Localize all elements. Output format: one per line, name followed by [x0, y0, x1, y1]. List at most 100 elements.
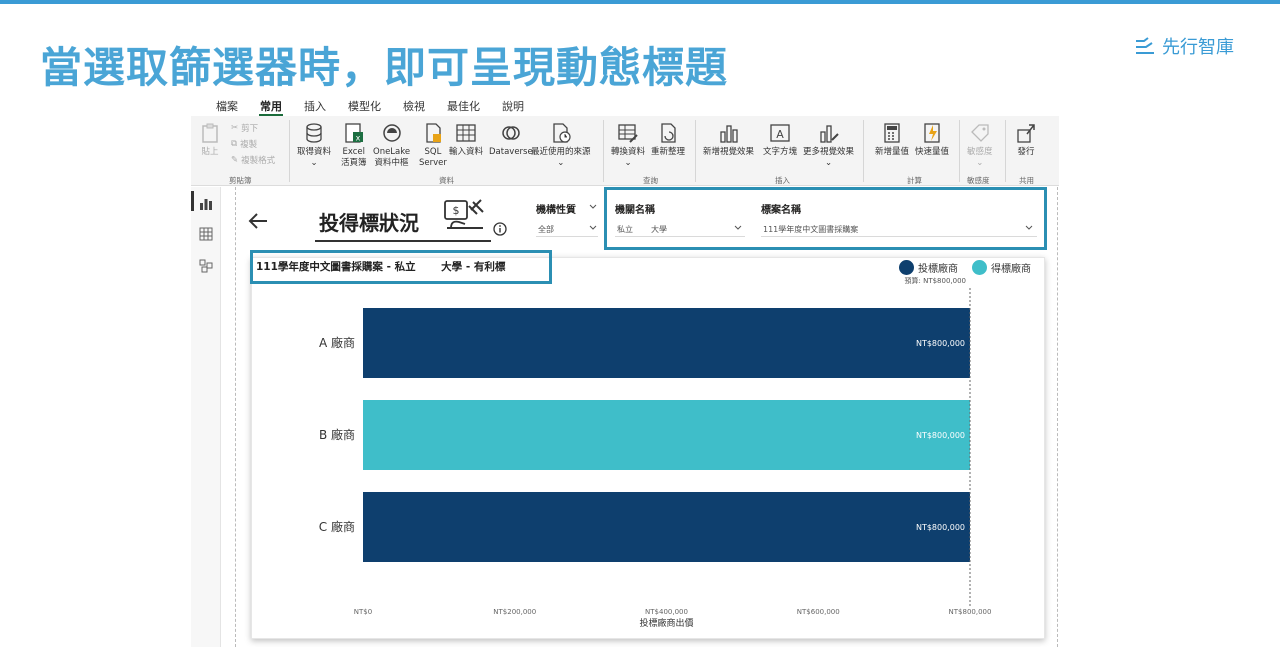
slicer-underline — [615, 236, 745, 237]
slicer-case-name-label: 標案名稱 — [761, 205, 801, 216]
x-tick-label: NT$400,000 — [645, 608, 688, 616]
cut-button[interactable]: ✂ 剪下 — [231, 122, 258, 134]
quick-measure-button[interactable]: 快速量值 — [915, 122, 949, 158]
text-box-button[interactable]: A 文字方塊 — [763, 122, 797, 158]
sensitivity-icon — [970, 124, 989, 142]
group-label-sensitivity: 敏感度 — [967, 176, 990, 185]
slicer-org-name-prefix: 私立 — [617, 225, 633, 234]
recent-sources-button[interactable]: 最近使用的來源 ⌄ — [531, 122, 591, 169]
get-data-button[interactable]: 取得資料 ⌄ — [297, 122, 331, 169]
category-label: A 廠商 — [319, 335, 355, 350]
ribbon-separator — [863, 120, 864, 182]
new-visual-button[interactable]: 新增視覺效果 — [703, 122, 754, 158]
calculator-icon — [884, 123, 900, 143]
clipboard-icon — [202, 123, 218, 143]
brand-logo: 先行智庫 — [1134, 33, 1234, 59]
bar-bid[interactable] — [363, 308, 970, 378]
chart-legend: 投標廠商 得標廠商 — [899, 260, 1039, 275]
database-icon — [306, 123, 322, 143]
brand-mark-icon — [1136, 37, 1154, 54]
chevron-down-icon[interactable] — [734, 225, 742, 231]
legend-item-win[interactable]: 得標廠商 — [972, 260, 1031, 275]
scissors-icon: ✂ — [231, 123, 239, 133]
view-sidebar — [191, 187, 221, 647]
sensitivity-button[interactable]: 敏感度 ⌄ — [967, 122, 993, 169]
bar-win[interactable] — [363, 400, 970, 470]
copy-button[interactable]: ⧉ 複製 — [231, 138, 257, 150]
info-icon[interactable] — [493, 222, 507, 236]
report-title: 投得標狀況 — [319, 211, 419, 235]
ribbon-separator — [959, 120, 960, 182]
menu-bar: 檔案 常用 插入 模型化 檢視 最佳化 說明 — [191, 94, 1059, 116]
menu-view[interactable]: 檢視 — [392, 94, 436, 116]
active-view-indicator — [191, 191, 194, 211]
menu-insert[interactable]: 插入 — [293, 94, 337, 116]
sql-server-button[interactable]: SQL Server — [419, 122, 447, 169]
chevron-down-icon[interactable] — [589, 204, 597, 210]
auction-hammer-icon: $ — [444, 199, 484, 229]
report-view-icon[interactable] — [199, 197, 213, 211]
quick-measure-icon — [924, 123, 940, 143]
refresh-button[interactable]: 重新整理 — [651, 122, 685, 158]
excel-button[interactable]: x Excel 活頁簿 — [341, 122, 367, 169]
data-label: NT$800,000 — [916, 339, 965, 348]
dataverse-button[interactable]: Dataverse — [489, 122, 533, 158]
filter-highlight-box — [604, 187, 1047, 250]
publish-button[interactable]: 發行 — [1015, 122, 1037, 158]
more-visuals-button[interactable]: 更多視覺效果 ⌄ — [803, 122, 854, 169]
x-tick-label: NT$800,000 — [949, 608, 992, 616]
chevron-down-icon[interactable] — [589, 225, 597, 231]
canvas-border-left — [235, 187, 236, 647]
bar-bid[interactable] — [363, 492, 970, 562]
menu-modeling[interactable]: 模型化 — [337, 94, 392, 116]
new-measure-button[interactable]: 新增量值 — [875, 122, 909, 158]
table-view-icon[interactable] — [199, 227, 213, 241]
legend-dot-bid — [899, 260, 914, 275]
onelake-button[interactable]: OneLake 資料中樞 — [373, 122, 410, 169]
bar-chart-icon — [719, 125, 738, 143]
model-view-icon[interactable] — [199, 259, 213, 273]
brush-icon: ✎ — [231, 155, 239, 165]
sql-server-icon — [426, 123, 441, 143]
svg-text:$: $ — [453, 204, 460, 217]
menu-help[interactable]: 說明 — [491, 94, 535, 116]
canvas-border-right — [1057, 187, 1058, 647]
menu-home[interactable]: 常用 — [249, 94, 293, 116]
group-label-clipboard: 剪貼簿 — [229, 176, 252, 185]
chevron-down-icon: ⌄ — [624, 158, 632, 168]
dataverse-icon — [502, 126, 520, 140]
copy-icon: ⧉ — [231, 139, 238, 149]
budget-reference-label: 預算: NT$800,000 — [905, 276, 967, 285]
slicer-org-name-value[interactable]: 大學 — [651, 224, 667, 235]
table-icon — [456, 124, 476, 142]
ribbon-separator — [289, 120, 290, 182]
slicer-org-type-label: 機構性質 — [536, 205, 576, 216]
enter-data-button[interactable]: 輸入資料 — [449, 122, 483, 158]
data-label: NT$800,000 — [916, 431, 965, 440]
menu-file[interactable]: 檔案 — [205, 94, 249, 116]
text-box-icon: A — [770, 124, 790, 142]
publish-icon — [1017, 124, 1035, 143]
back-arrow-icon[interactable] — [247, 209, 271, 233]
category-label: B 廠商 — [319, 427, 355, 442]
legend-item-bid[interactable]: 投標廠商 — [899, 260, 958, 275]
powerbi-window: 檔案 常用 插入 模型化 檢視 最佳化 說明 貼上 ✂ 剪下 ⧉ 複製 ✎ 複製格式 … — [191, 94, 1059, 647]
transform-data-button[interactable]: 轉換資料 ⌄ — [611, 122, 645, 169]
chevron-down-icon[interactable] — [1025, 225, 1033, 231]
menu-optimize[interactable]: 最佳化 — [436, 94, 491, 116]
group-label-data: 資料 — [439, 176, 454, 185]
x-axis-title: 投標廠商出價 — [639, 617, 693, 629]
x-tick-label: NT$0 — [354, 608, 372, 616]
paste-button[interactable]: 貼上 — [199, 122, 221, 158]
chevron-down-icon: ⌄ — [310, 158, 318, 168]
onelake-icon — [382, 124, 401, 142]
group-label-insert: 插入 — [775, 176, 790, 185]
ribbon-separator — [695, 120, 696, 182]
data-label: NT$800,000 — [916, 523, 965, 532]
format-painter-button[interactable]: ✎ 複製格式 — [231, 154, 275, 166]
slicer-case-name-value[interactable]: 111學年度中文圖書採購案 — [763, 224, 858, 235]
chevron-down-icon: ⌄ — [557, 158, 565, 168]
slicer-org-type-value[interactable]: 全部 — [538, 224, 554, 235]
refresh-icon — [661, 123, 676, 143]
group-label-query: 查詢 — [643, 176, 658, 185]
